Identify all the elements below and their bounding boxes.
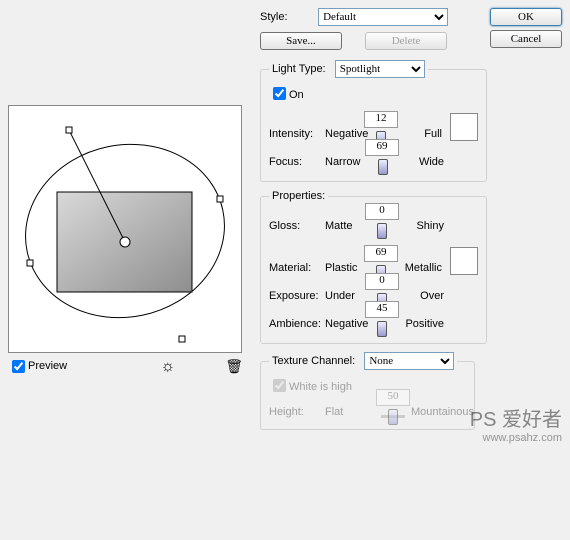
light-type-label: Light Type:	[272, 63, 326, 75]
style-select[interactable]: Default	[318, 8, 448, 26]
delete-button: Delete	[365, 32, 447, 50]
gloss-label: Gloss:	[269, 220, 325, 233]
preview-label: Preview	[28, 360, 67, 373]
material-value[interactable]: 69	[364, 245, 398, 262]
height-left: Flat	[325, 406, 375, 419]
texture-select[interactable]: None	[364, 352, 454, 370]
material-color-swatch[interactable]	[450, 247, 478, 275]
focus-left: Narrow	[325, 156, 375, 169]
ambience-value[interactable]: 45	[365, 301, 399, 318]
ambience-left: Negative	[325, 318, 375, 331]
height-label: Height:	[269, 406, 325, 419]
ok-button[interactable]: OK	[490, 8, 562, 26]
lightbulb-icon[interactable]: ☼	[161, 357, 176, 376]
light-color-swatch[interactable]	[450, 113, 478, 141]
focus-slider[interactable]: 69	[381, 155, 383, 169]
on-checkbox[interactable]	[273, 87, 286, 100]
gloss-value[interactable]: 0	[365, 203, 399, 220]
gloss-slider[interactable]: 0	[381, 219, 383, 233]
preview-checkbox[interactable]	[12, 360, 25, 373]
watermark: PS 爱好者 www.psahz.com	[470, 403, 562, 444]
on-label: On	[289, 89, 304, 101]
focus-label: Focus:	[269, 156, 325, 169]
trash-icon[interactable]: 🗑	[225, 358, 243, 375]
light-type-group: Light Type: Spotlight On Intensity: Nega…	[260, 60, 487, 182]
save-button[interactable]: Save...	[260, 32, 342, 50]
preview-area[interactable]	[8, 105, 242, 353]
gloss-right: Shiny	[389, 220, 444, 233]
focus-right: Wide	[389, 156, 444, 169]
texture-group: Texture Channel: None White is high Heig…	[260, 352, 475, 430]
white-is-high-label: White is high	[289, 381, 352, 393]
exposure-label: Exposure:	[269, 290, 325, 303]
intensity-label: Intensity:	[269, 128, 325, 141]
light-type-select[interactable]: Spotlight	[335, 60, 425, 78]
ambience-label: Ambience:	[269, 318, 325, 331]
cancel-button[interactable]: Cancel	[490, 30, 562, 48]
height-value: 50	[376, 389, 410, 406]
height-right: Mountainous	[411, 406, 466, 419]
focus-value[interactable]: 69	[365, 139, 399, 156]
style-label: Style:	[260, 11, 315, 24]
exposure-value[interactable]: 0	[365, 273, 399, 290]
texture-label: Texture Channel:	[272, 355, 355, 367]
ambience-right: Positive	[389, 318, 444, 331]
properties-group: Properties: Gloss: Matte 0 Shiny Materia…	[260, 190, 487, 344]
gloss-left: Matte	[325, 220, 375, 233]
height-slider: 50	[381, 405, 405, 419]
ambience-slider[interactable]: 45	[381, 317, 383, 331]
white-is-high-checkbox	[273, 379, 286, 392]
properties-label: Properties:	[269, 190, 328, 203]
intensity-value[interactable]: 12	[364, 111, 398, 128]
material-label: Material:	[269, 262, 325, 275]
